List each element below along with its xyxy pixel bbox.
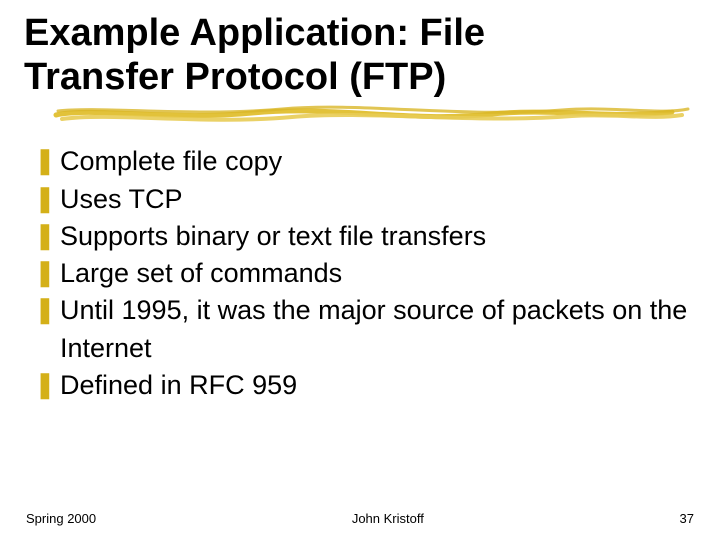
list-item-text: Supports binary or text file transfers — [60, 218, 696, 255]
list-item-text: Uses TCP — [60, 181, 696, 218]
title-line-2: Transfer Protocol (FTP) — [24, 56, 696, 100]
scribble-underline-icon — [52, 103, 692, 125]
bullet-icon: ❚ — [34, 292, 60, 328]
list-item-text: Until 1995, it was the major source of p… — [60, 292, 696, 367]
list-item: ❚ Uses TCP — [34, 181, 696, 218]
slide-footer: Spring 2000 John Kristoff 37 — [0, 511, 720, 526]
bullet-icon: ❚ — [34, 143, 60, 179]
footer-center: John Kristoff — [352, 511, 424, 526]
bullet-icon: ❚ — [34, 367, 60, 403]
title-underline — [52, 103, 696, 125]
list-item: ❚ Supports binary or text file transfers — [34, 218, 696, 255]
bullet-icon: ❚ — [34, 181, 60, 217]
list-item: ❚ Large set of commands — [34, 255, 696, 292]
list-item: ❚ Complete file copy — [34, 143, 696, 180]
bullet-icon: ❚ — [34, 218, 60, 254]
bullet-icon: ❚ — [34, 255, 60, 291]
list-item-text: Complete file copy — [60, 143, 696, 180]
list-item: ❚ Until 1995, it was the major source of… — [34, 292, 696, 367]
footer-left: Spring 2000 — [26, 511, 96, 526]
title-line-1: Example Application: File — [24, 12, 696, 56]
slide-title: Example Application: File Transfer Proto… — [24, 12, 696, 99]
footer-page-number: 37 — [680, 511, 694, 526]
list-item-text: Defined in RFC 959 — [60, 367, 696, 404]
slide: Example Application: File Transfer Proto… — [0, 0, 720, 540]
list-item: ❚ Defined in RFC 959 — [34, 367, 696, 404]
bullet-list: ❚ Complete file copy ❚ Uses TCP ❚ Suppor… — [24, 143, 696, 404]
list-item-text: Large set of commands — [60, 255, 696, 292]
